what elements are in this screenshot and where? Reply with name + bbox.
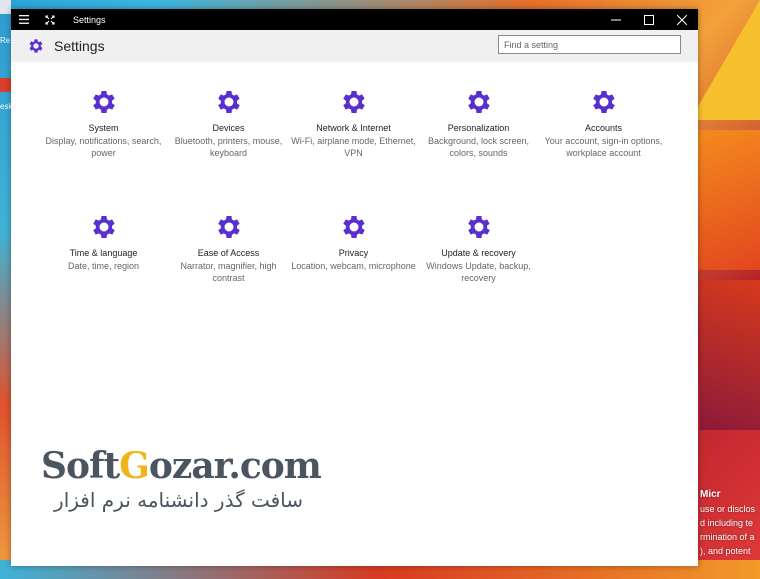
close-icon (676, 14, 687, 25)
tile-description: Windows Update, backup, recovery (426, 261, 531, 283)
tile-description: Location, webcam, microphone (291, 261, 416, 271)
tile-name: Personalization (447, 123, 510, 133)
minimize-button[interactable] (599, 9, 632, 30)
watermark-brand-part: ozar.com (148, 445, 322, 487)
tile-description: Wi-Fi, airplane mode, Ethernet, VPN (291, 136, 416, 158)
watermark-brand: SoftGozar.com (41, 446, 341, 486)
tile-devices[interactable]: Devices Bluetooth, printers, mouse, keyb… (166, 87, 291, 159)
tile-name: Devices (212, 123, 245, 133)
promo-line: d including te (700, 518, 754, 528)
gear-icon (342, 216, 365, 238)
promo-heading: Micr (700, 489, 721, 500)
tile-time-language[interactable]: Time & language Date, time, region (41, 212, 166, 272)
maximize-icon (643, 14, 654, 25)
title-bar[interactable]: Settings (11, 9, 698, 30)
gear-icon (467, 91, 490, 113)
tile-description: Narrator, magnifier, high contrast (180, 261, 277, 283)
watermark-brand-part: G (119, 445, 150, 487)
gear-icon (217, 91, 240, 113)
tile-name: Ease of Access (197, 248, 260, 258)
wallpaper-shard (690, 0, 760, 120)
gear-icon (92, 216, 115, 238)
minimize-icon (610, 19, 621, 20)
promo-line: use or disclos (700, 504, 756, 514)
promo-line: rmination of a (700, 532, 755, 542)
tile-name: Privacy (338, 248, 369, 258)
tile-name: Time & language (69, 248, 138, 258)
maximize-button[interactable] (632, 9, 665, 30)
tile-update-recovery[interactable]: Update & recovery Windows Update, backup… (416, 212, 541, 284)
settings-header: Settings (11, 30, 698, 62)
tile-description: Bluetooth, printers, mouse, keyboard (174, 136, 283, 158)
tile-privacy[interactable]: Privacy Location, webcam, microphone (291, 212, 416, 272)
desktop-icon-app[interactable] (0, 78, 11, 92)
window-title: Settings (73, 14, 106, 25)
tile-name: Network & Internet (316, 123, 391, 133)
tile-accounts[interactable]: Accounts Your account, sign-in options, … (541, 87, 666, 159)
tile-system[interactable]: System Display, notifications, search, p… (41, 87, 166, 159)
tile-name: Accounts (584, 123, 623, 133)
gear-icon (92, 91, 115, 113)
tile-description: Your account, sign-in options, workplace… (544, 136, 663, 158)
watermark-tagline: سافت گذر دانشنامه نرم افزار (54, 488, 303, 512)
watermark-brand-part: Soft (41, 445, 120, 487)
promo-line: ), and potent (700, 546, 751, 556)
page-title: Settings (54, 38, 105, 54)
tile-name: System (88, 123, 119, 133)
close-button[interactable] (665, 9, 698, 30)
tile-personalization[interactable]: Personalization Background, lock screen,… (416, 87, 541, 159)
gear-icon (342, 91, 365, 113)
gear-icon (592, 91, 615, 113)
gear-icon (29, 39, 43, 53)
tile-description: Background, lock screen, colors, sounds (427, 136, 530, 158)
desktop-promo-text: Micr use or disclos d including te rmina… (700, 488, 760, 558)
wallpaper-shard (700, 280, 760, 430)
gear-icon (217, 216, 240, 238)
gear-icon (467, 216, 490, 238)
hamburger-icon[interactable] (11, 9, 37, 30)
settings-window: Settings Settings System Display, notifi… (11, 9, 698, 566)
tile-ease-of-access[interactable]: Ease of Access Narrator, magnifier, high… (166, 212, 291, 284)
desktop-icon-recycle[interactable] (0, 0, 11, 14)
tile-description: Date, time, region (67, 261, 140, 271)
tile-name: Update & recovery (441, 248, 516, 258)
tile-description: Display, notifications, search, power (45, 136, 162, 158)
wallpaper-shard (696, 130, 760, 270)
desktop-label: Re (0, 36, 11, 45)
expand-icon[interactable] (37, 9, 63, 30)
search-input[interactable] (498, 35, 681, 54)
watermark-logo: SoftGozar.com سافت گذر دانشنامه نرم افزا… (41, 446, 341, 512)
tile-network-internet[interactable]: Network & Internet Wi-Fi, airplane mode,… (291, 87, 416, 159)
